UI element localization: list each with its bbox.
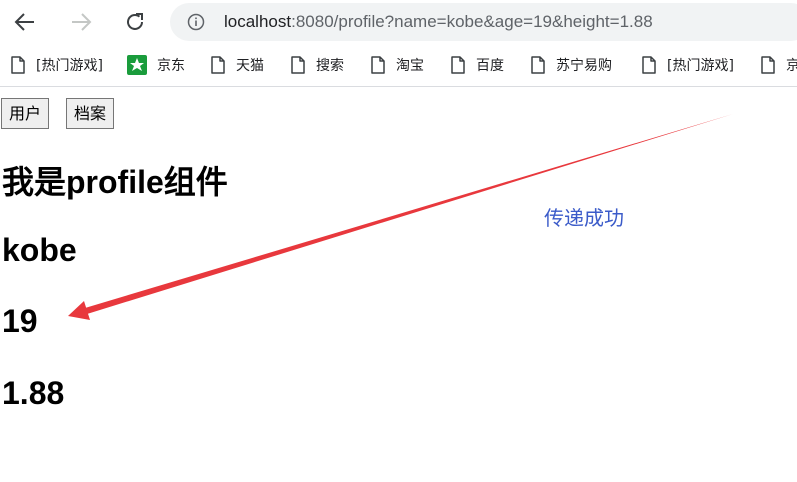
info-icon[interactable]: [187, 13, 205, 31]
reload-icon: [127, 13, 143, 30]
page-icon: [290, 55, 306, 75]
bookmark-label: 搜索: [316, 58, 344, 74]
bookmark-taobao[interactable]: 淘宝: [370, 53, 424, 77]
bookmark-label: 苏宁易购: [556, 58, 612, 74]
annotation-arrow: [68, 114, 733, 320]
arrow-shaft: [85, 114, 733, 314]
page-icon: [370, 55, 386, 75]
forward-arrow-icon: [72, 13, 92, 31]
bookmarks-bar: [热门游戏] 京东 天猫 搜索 淘宝 百度 苏宁易购 [热门游戏]: [0, 44, 797, 87]
bookmark-label: [热门游戏]: [667, 58, 734, 74]
bookmark-label: 天猫: [236, 58, 264, 74]
bookmark-label: [热门游戏]: [36, 58, 103, 74]
bookmark-tmall[interactable]: 天猫: [210, 53, 264, 77]
bookmark-label: 京: [786, 55, 797, 75]
bookmark-label: 淘宝: [396, 58, 424, 74]
back-button[interactable]: [10, 7, 40, 37]
browser-toolbar: localhost:8080/profile?name=kobe&age=19&…: [0, 0, 797, 44]
forward-button[interactable]: [66, 7, 96, 37]
bookmark-search[interactable]: 搜索: [290, 53, 344, 77]
bookmark-jd[interactable]: 京东: [127, 53, 185, 77]
bookmark-suning[interactable]: 苏宁易购: [530, 53, 612, 77]
jd-icon: [127, 55, 147, 75]
address-bar[interactable]: localhost:8080/profile?name=kobe&age=19&…: [170, 3, 797, 41]
page-icon: [10, 55, 26, 75]
page-icon: [530, 55, 546, 75]
page-icon: [760, 55, 776, 75]
bookmark-jd-2[interactable]: 京: [760, 53, 797, 77]
page-icon: [210, 55, 226, 75]
back-arrow-icon: [14, 13, 34, 31]
bookmark-label: 京东: [157, 58, 185, 74]
url-text[interactable]: localhost:8080/profile?name=kobe&age=19&…: [224, 12, 653, 32]
arrow-head: [68, 301, 90, 320]
page-content: 用户 档案 我是profile组件 kobe 19 1.88 传递成功: [0, 87, 797, 482]
bookmark-baidu[interactable]: 百度: [450, 53, 504, 77]
reload-button[interactable]: [120, 7, 150, 37]
bookmark-hot-games[interactable]: [热门游戏]: [10, 53, 103, 77]
url-host: localhost: [224, 12, 292, 31]
bookmark-hot-games-2[interactable]: [热门游戏]: [641, 53, 734, 77]
url-path: :8080/profile?name=kobe&age=19&height=1.…: [291, 12, 653, 31]
page-icon: [450, 55, 466, 75]
bookmark-label: 百度: [476, 58, 504, 74]
page-icon: [641, 55, 657, 75]
